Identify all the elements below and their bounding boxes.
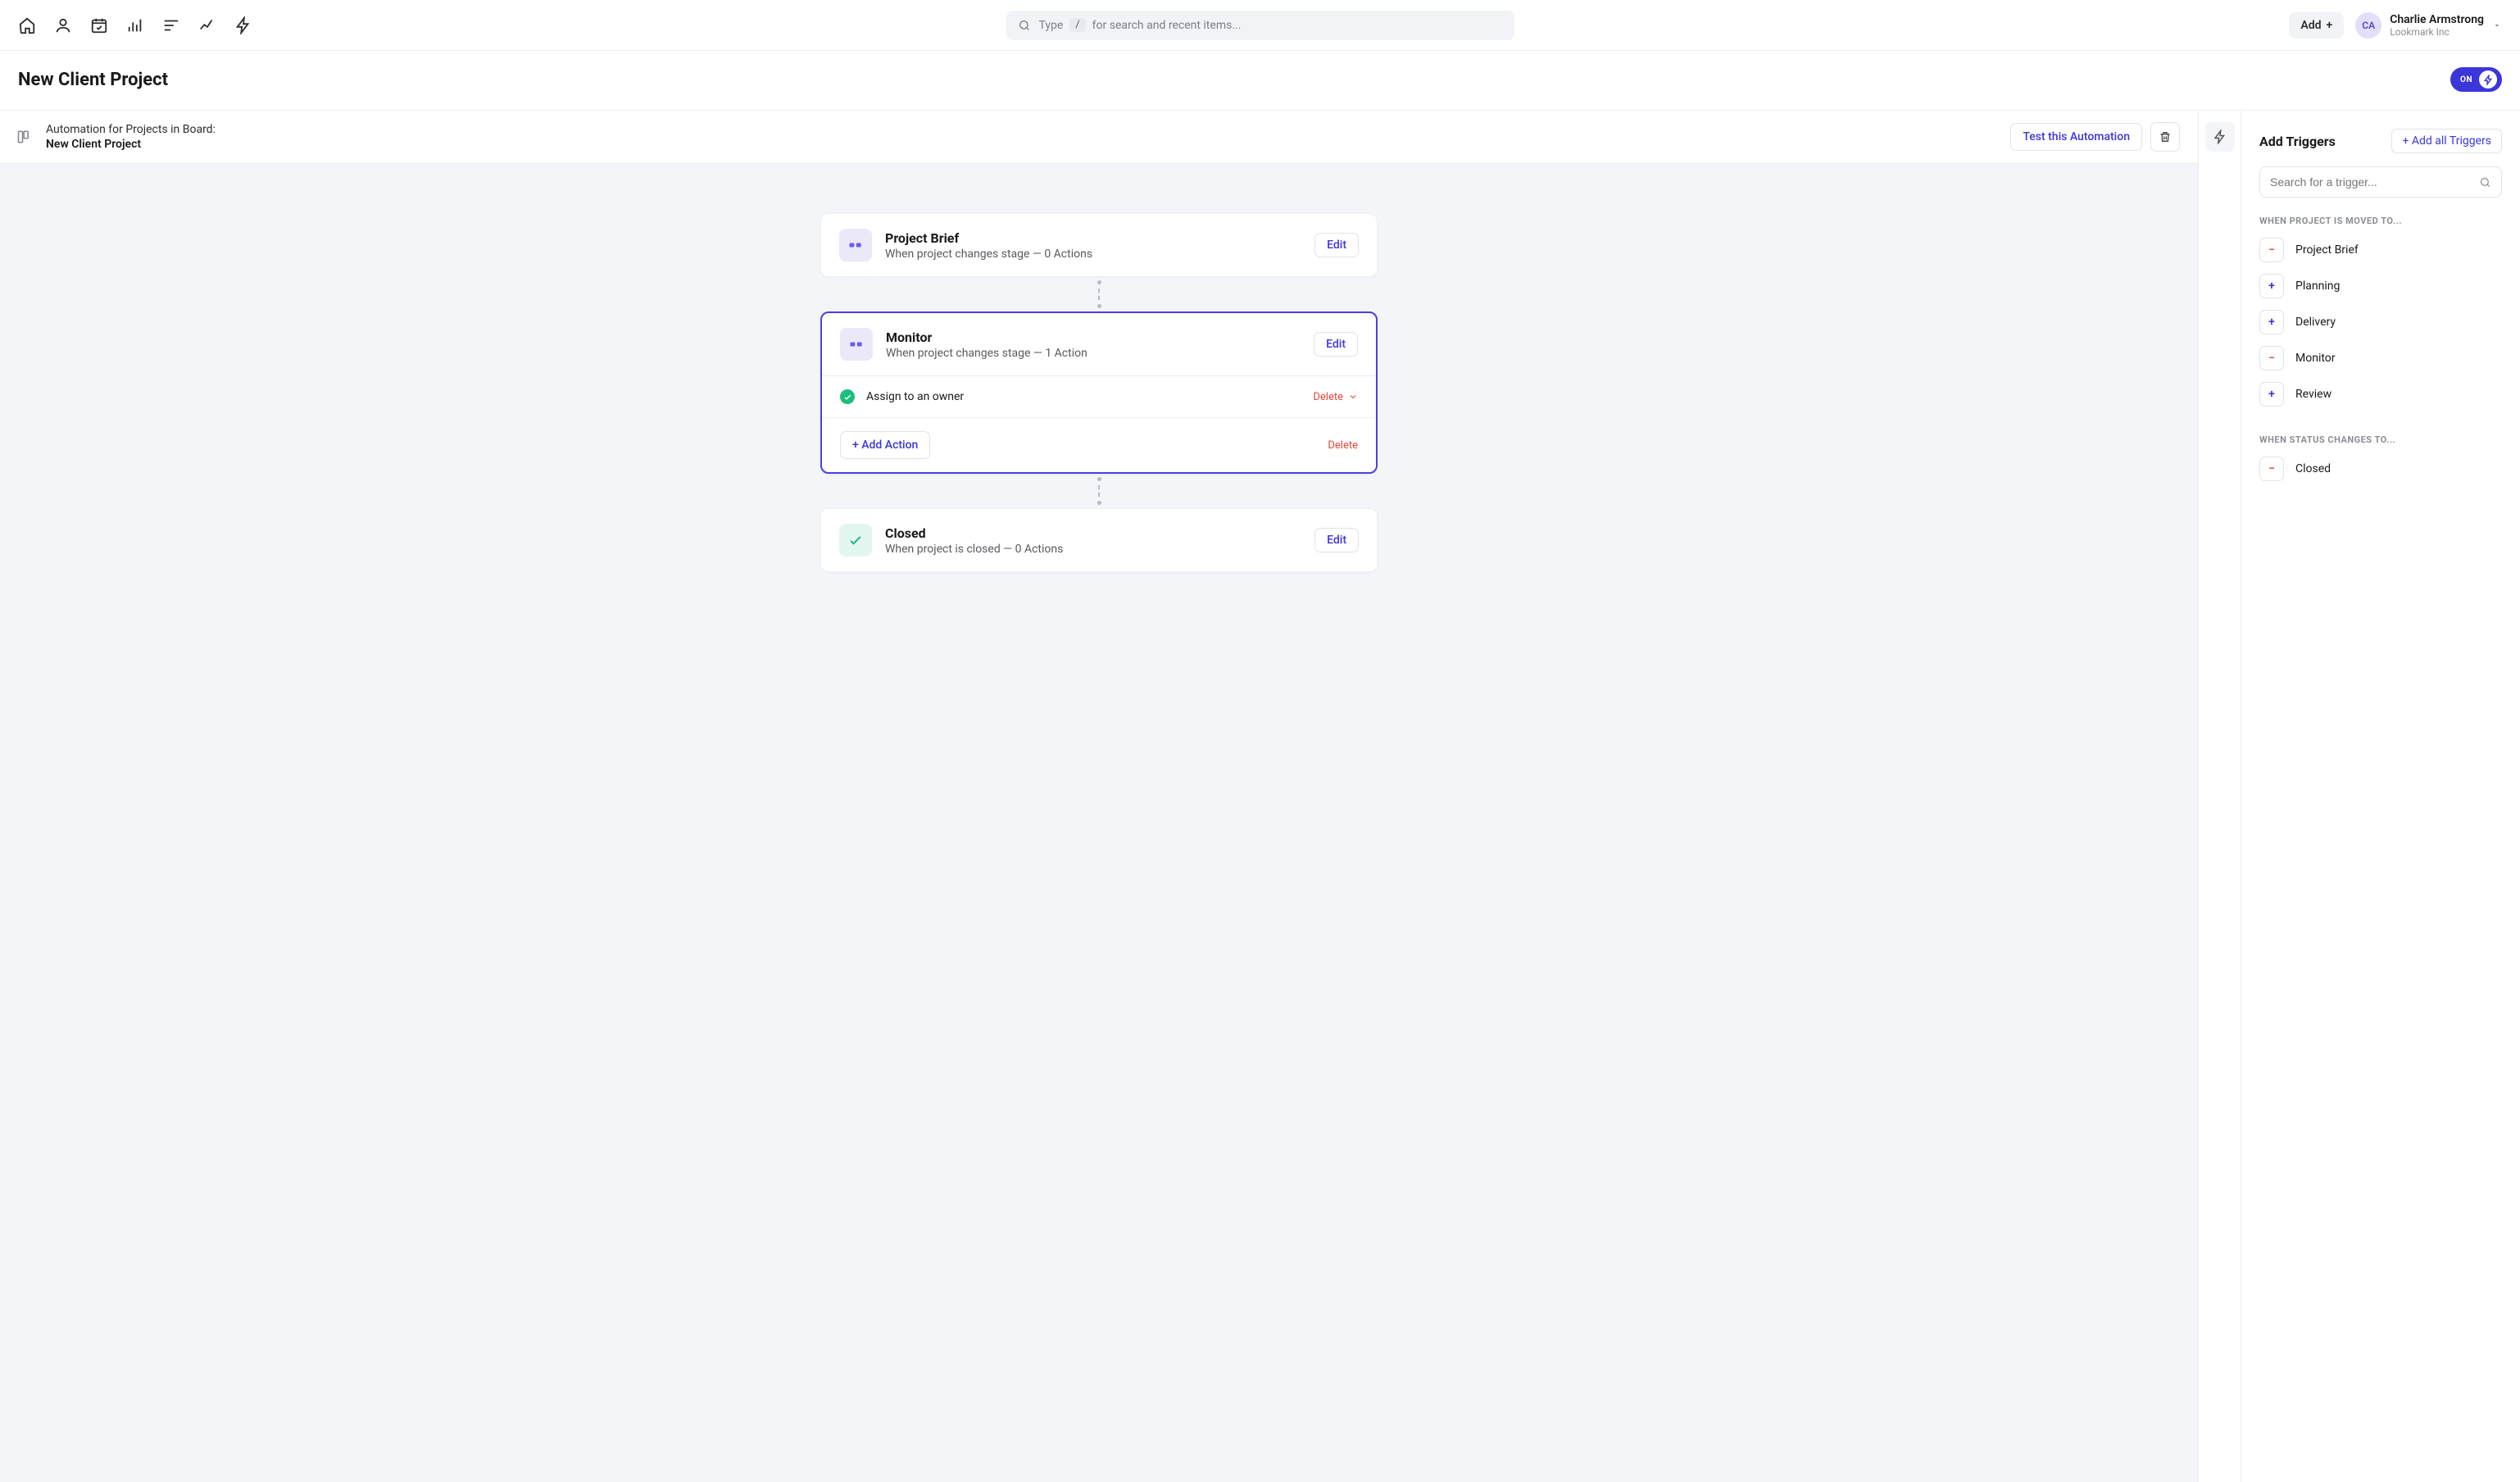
context-line2: New Client Project [46, 138, 216, 151]
search-type-hint: Type [1039, 19, 1064, 32]
context-bar: Automation for Projects in Board: New Cl… [0, 111, 2198, 164]
trigger-item[interactable]: + Delivery [2259, 310, 2502, 334]
card-title: Monitor [886, 330, 1087, 345]
global-search[interactable]: Type / for search and recent items... [1006, 11, 1514, 40]
action-label: Assign to an owner [866, 390, 964, 403]
remove-trigger-icon[interactable]: − [2259, 346, 2284, 370]
trigger-card-closed: Closed When project is closed — 0 Action… [820, 508, 1378, 572]
trigger-label: Planning [2295, 280, 2340, 293]
trigger-item[interactable]: −Closed [2259, 457, 2502, 481]
status-icon [839, 524, 872, 557]
trigger-search-input[interactable] [2270, 175, 2479, 189]
add-trigger-icon[interactable]: + [2259, 310, 2284, 334]
edit-button[interactable]: Edit [1314, 233, 1359, 257]
triggers-title: Add Triggers [2259, 134, 2336, 149]
toggle-knob [2479, 70, 2497, 89]
add-button[interactable]: Add + [2289, 12, 2344, 39]
automation-canvas: Project Brief When project changes stage… [0, 164, 2198, 1482]
trigger-label: Closed [2295, 462, 2331, 475]
topbar: Type / for search and recent items... Ad… [0, 0, 2520, 51]
add-trigger-icon[interactable]: + [2259, 274, 2284, 298]
user-company: Lookmark Inc [2390, 26, 2484, 38]
search-placeholder: for search and recent items... [1092, 19, 1242, 32]
card-subtitle: When project changes stage — 0 Actions [885, 248, 1092, 261]
bars-icon[interactable] [126, 16, 144, 34]
trend-icon[interactable] [198, 16, 216, 34]
delete-automation-button[interactable] [2150, 122, 2180, 152]
test-automation-button[interactable]: Test this Automation [2010, 123, 2142, 151]
card-subtitle: When project changes stage — 1 Action [886, 347, 1087, 360]
avatar: CA [2355, 12, 2382, 39]
automation-toggle[interactable]: ON [2450, 67, 2502, 92]
trigger-label: Project Brief [2295, 243, 2359, 257]
plus-icon: + [2326, 19, 2332, 32]
remove-trigger-icon[interactable]: − [2259, 457, 2284, 481]
user-name: Charlie Armstrong [2390, 13, 2484, 26]
card-title: Closed [885, 525, 1063, 541]
card-subtitle: When project is closed — 0 Actions [885, 543, 1063, 556]
trigger-label: Delivery [2295, 316, 2336, 329]
list-icon[interactable] [162, 16, 180, 34]
trigger-item[interactable]: −Monitor [2259, 346, 2502, 370]
trigger-card-project-brief: Project Brief When project changes stage… [820, 213, 1378, 277]
add-button-label: Add [2300, 19, 2321, 32]
toggle-label: ON [2460, 75, 2472, 84]
stage-icon [840, 328, 873, 361]
topbar-nav-icons [18, 16, 252, 34]
card-title: Project Brief [885, 230, 1092, 246]
bolt-icon[interactable] [234, 16, 252, 34]
home-icon[interactable] [18, 16, 36, 34]
trigger-item[interactable]: −Project Brief [2259, 238, 2502, 262]
add-trigger-icon[interactable]: + [2259, 382, 2284, 407]
triggers-panel: Add Triggers + Add all Triggers When pro… [2241, 111, 2520, 1482]
side-rail [2199, 111, 2241, 1482]
trigger-group-label: When project is moved to... [2259, 216, 2502, 226]
add-all-triggers-button[interactable]: + Add all Triggers [2391, 129, 2502, 153]
trigger-label: Review [2295, 388, 2332, 401]
edit-button[interactable]: Edit [1314, 332, 1358, 357]
search-icon [2479, 176, 2491, 189]
trigger-item[interactable]: + Planning [2259, 274, 2502, 298]
trigger-label: Monitor [2295, 352, 2336, 365]
user-meta: Charlie Armstrong Lookmark Inc [2390, 13, 2484, 38]
trigger-card-monitor: Monitor When project changes stage — 1 A… [820, 311, 1378, 474]
user-menu[interactable]: CA Charlie Armstrong Lookmark Inc [2355, 12, 2502, 39]
page-header: New Client Project ON [0, 51, 2520, 111]
chevron-down-icon [2492, 20, 2502, 30]
board-icon [16, 127, 36, 147]
delete-card-button[interactable]: Delete [1328, 439, 1358, 452]
search-kbd-hint: / [1069, 18, 1085, 32]
check-icon [840, 389, 855, 404]
trigger-search[interactable] [2259, 166, 2502, 198]
automation-panel-button[interactable] [2205, 122, 2235, 152]
trigger-group-label: When status changes to... [2259, 434, 2502, 445]
delete-action-button[interactable]: Delete [1313, 391, 1358, 403]
stage-icon [839, 229, 872, 261]
edit-button[interactable]: Edit [1314, 528, 1359, 552]
calendar-icon[interactable] [90, 16, 108, 34]
action-row: Assign to an owner Delete [822, 375, 1376, 417]
remove-trigger-icon[interactable]: − [2259, 238, 2284, 262]
add-action-button[interactable]: + Add Action [840, 431, 930, 459]
connector [1097, 474, 1101, 508]
connector [1097, 277, 1101, 311]
page-title: New Client Project [18, 70, 168, 90]
person-icon[interactable] [54, 16, 72, 34]
context-line1: Automation for Projects in Board: [46, 123, 216, 136]
trigger-item[interactable]: + Review [2259, 382, 2502, 407]
